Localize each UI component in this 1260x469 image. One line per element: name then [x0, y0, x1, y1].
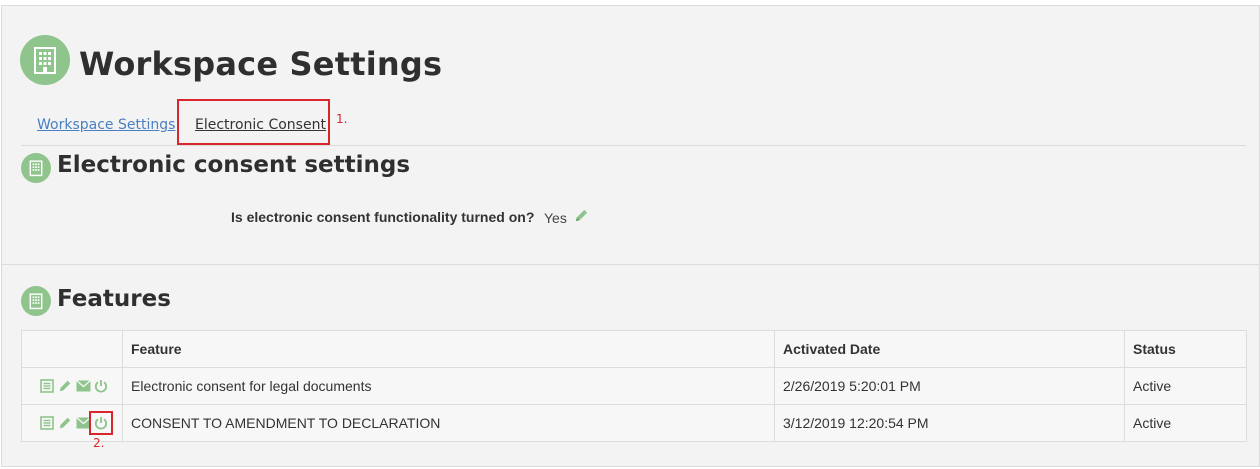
table-row: Electronic consent for legal documents 2…	[21, 367, 1247, 405]
building-icon	[20, 35, 70, 85]
activated-date-cell: 3/12/2019 12:20:54 PM	[774, 404, 1125, 442]
activated-date-cell: 2/26/2019 5:20:01 PM	[774, 367, 1125, 405]
annotation-label-1: 1.	[336, 112, 348, 126]
list-icon[interactable]	[39, 378, 55, 394]
settings-card: Workspace Settings Workspace Settings El…	[1, 5, 1260, 264]
pencil-icon[interactable]	[57, 415, 73, 431]
pencil-icon[interactable]	[574, 208, 589, 228]
table-row: CONSENT TO AMENDMENT TO DECLARATION 3/12…	[21, 404, 1247, 442]
feature-cell: CONSENT TO AMENDMENT TO DECLARATION	[122, 404, 775, 442]
tab-divider	[21, 145, 1246, 146]
tab-workspace-settings[interactable]: Workspace Settings	[37, 117, 175, 133]
building-icon	[21, 153, 51, 183]
annotation-box-1	[177, 99, 330, 145]
column-header-activated-date[interactable]: Activated Date	[774, 330, 1125, 368]
status-cell: Active	[1124, 367, 1247, 405]
features-table: Feature Activated Date Status Electronic…	[21, 330, 1247, 442]
actions-column-header	[21, 330, 123, 368]
consent-answer: Yes	[544, 210, 567, 226]
status-cell: Active	[1124, 404, 1247, 442]
column-header-feature[interactable]: Feature	[122, 330, 775, 368]
features-card: Features Feature Activated Date Status E…	[1, 264, 1260, 467]
building-icon	[21, 286, 51, 316]
envelope-icon[interactable]	[75, 378, 91, 394]
feature-cell: Electronic consent for legal documents	[122, 367, 775, 405]
row-actions	[21, 404, 123, 442]
consent-section-title: Electronic consent settings	[57, 152, 411, 178]
features-section-title: Features	[57, 286, 171, 312]
consent-question: Is electronic consent functionality turn…	[231, 209, 535, 225]
table-header-row: Feature Activated Date Status	[21, 330, 1247, 368]
list-icon[interactable]	[39, 415, 55, 431]
pencil-icon[interactable]	[57, 378, 73, 394]
column-header-status[interactable]: Status	[1124, 330, 1247, 368]
power-icon[interactable]	[89, 411, 113, 435]
annotation-label-2: 2.	[93, 436, 105, 450]
power-icon[interactable]	[93, 378, 109, 394]
page-title: Workspace Settings	[79, 45, 443, 83]
row-actions	[21, 367, 123, 405]
envelope-icon[interactable]	[75, 415, 91, 431]
